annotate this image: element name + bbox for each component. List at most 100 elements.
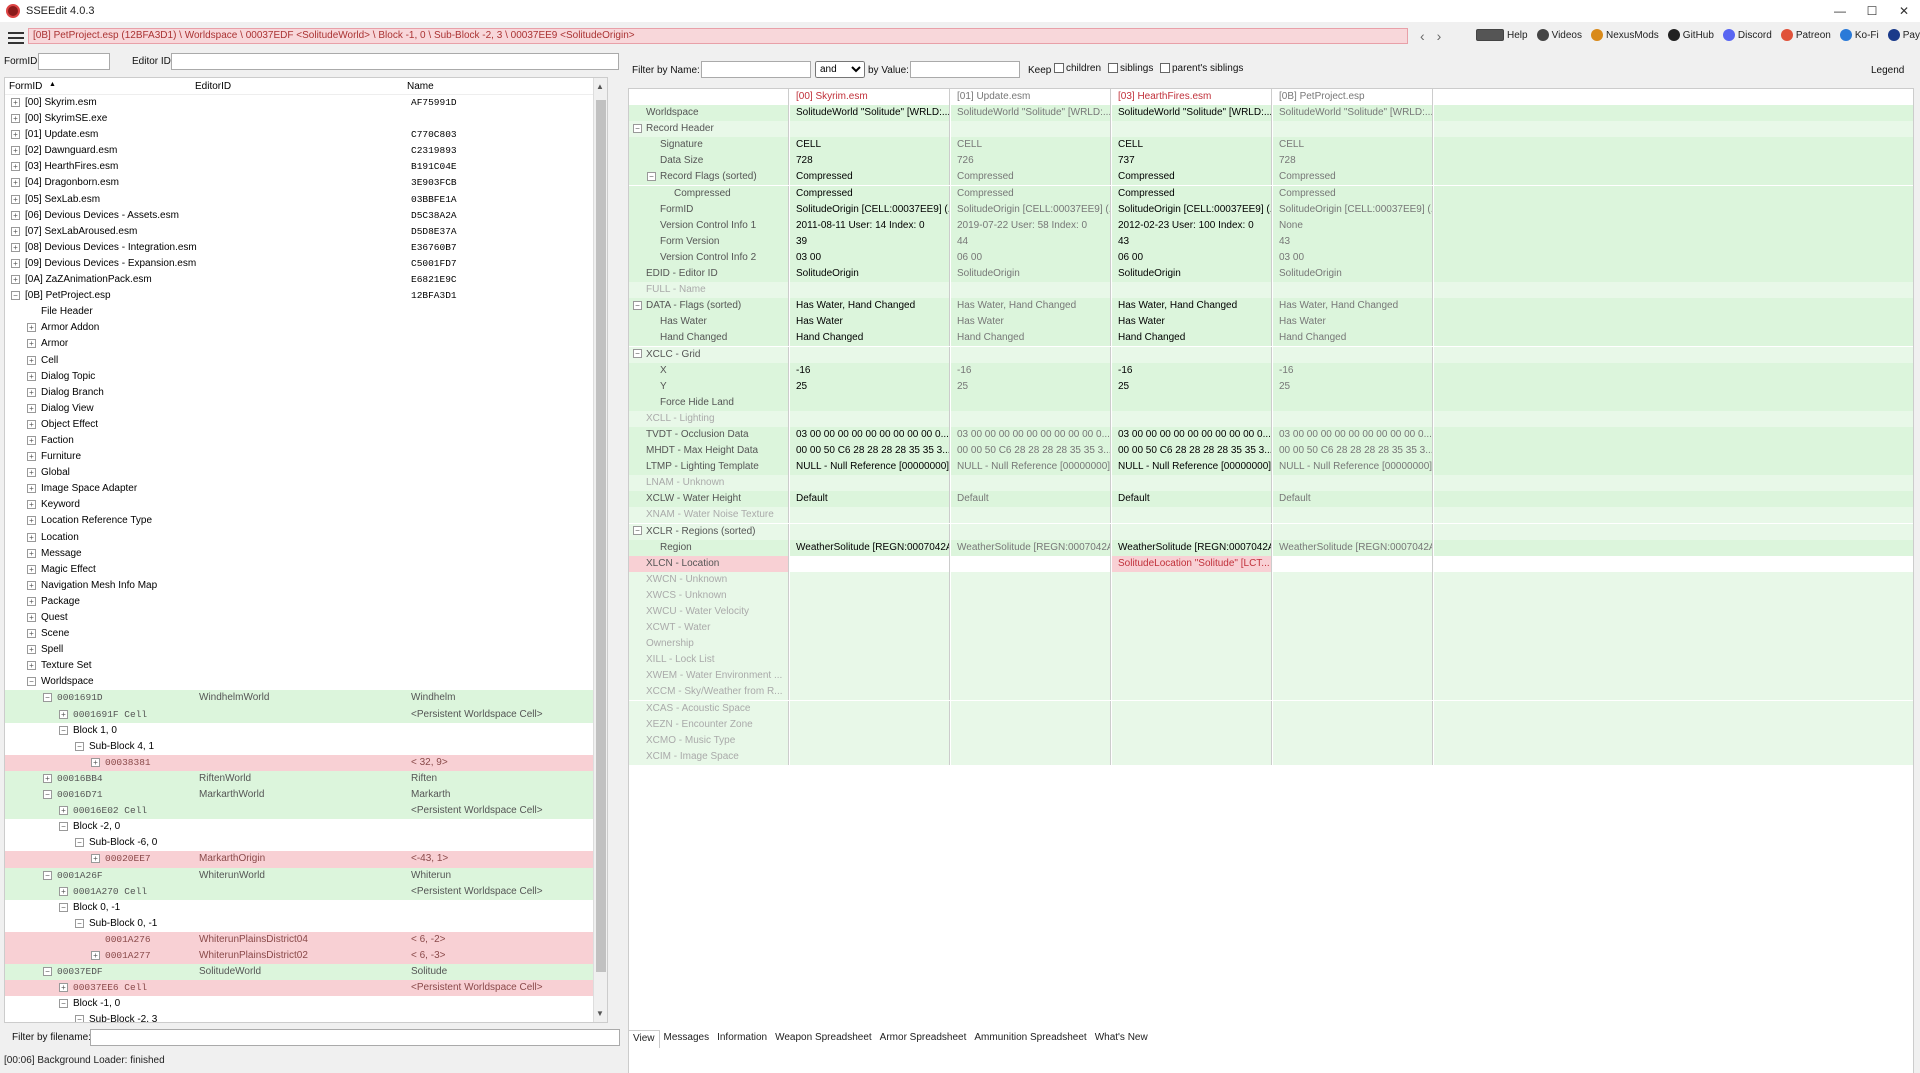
grid-value-cell[interactable]: Hand Changed bbox=[790, 330, 950, 347]
tree-row[interactable]: + [00] Skyrim.esm AF75991D bbox=[5, 95, 607, 111]
tree-row[interactable]: − Sub-Block 0, -1 bbox=[5, 916, 607, 932]
tree-row[interactable]: − Sub-Block -6, 0 bbox=[5, 835, 607, 851]
tree-row[interactable]: + Faction bbox=[5, 433, 607, 449]
grid-value-cell[interactable] bbox=[1273, 652, 1433, 669]
tree-row[interactable]: + [02] Dawnguard.esm C2319893 bbox=[5, 143, 607, 159]
grid-value-cell[interactable]: Compressed bbox=[951, 169, 1111, 186]
grid-value-cell[interactable] bbox=[951, 732, 1111, 749]
expand-icon[interactable]: + bbox=[11, 178, 20, 188]
grid-row[interactable]: XCIM - Image Space bbox=[629, 748, 1913, 765]
forward-arrow-icon[interactable]: › bbox=[1437, 28, 1442, 44]
grid-value-cell[interactable] bbox=[1112, 700, 1272, 717]
grid-row[interactable]: FULL - Name bbox=[629, 282, 1913, 299]
tree-row[interactable]: + Package bbox=[5, 594, 607, 610]
grid-value-cell[interactable] bbox=[1273, 507, 1433, 524]
grid-value-cell[interactable] bbox=[1273, 346, 1433, 363]
grid-value-cell[interactable]: NULL - Null Reference [00000000] bbox=[790, 459, 950, 476]
grid-value-cell[interactable] bbox=[951, 700, 1111, 717]
grid-value-cell[interactable]: 43 bbox=[1112, 233, 1272, 250]
siblings-checkbox[interactable]: siblings bbox=[1108, 63, 1153, 74]
column-editorid[interactable]: EditorID bbox=[195, 81, 231, 92]
grid-value-cell[interactable] bbox=[1273, 636, 1433, 653]
tree-row[interactable]: + Magic Effect bbox=[5, 562, 607, 578]
expand-icon[interactable]: + bbox=[91, 950, 100, 960]
grid-value-cell[interactable] bbox=[1112, 410, 1272, 427]
expand-icon[interactable]: + bbox=[27, 532, 36, 542]
grid-value-cell[interactable]: Has Water, Hand Changed bbox=[790, 298, 950, 315]
tree-row[interactable]: +00016E02 Cell <Persistent Worldspace Cel… bbox=[5, 803, 607, 820]
expand-icon[interactable]: + bbox=[27, 419, 36, 429]
grid-value-cell[interactable] bbox=[951, 652, 1111, 669]
expand-icon[interactable]: + bbox=[43, 773, 52, 783]
grid-value-cell[interactable]: 25 bbox=[790, 378, 950, 395]
grid-value-cell[interactable] bbox=[1112, 523, 1272, 540]
scrollbar-thumb[interactable] bbox=[596, 100, 606, 972]
tree-row[interactable]: +0001691F Cell <Persistent Worldspace Cel… bbox=[5, 706, 607, 723]
legend-button[interactable]: Legend bbox=[1871, 65, 1904, 76]
expand-icon[interactable]: + bbox=[11, 275, 20, 285]
grid-value-cell[interactable]: Default bbox=[790, 491, 950, 508]
grid-value-cell[interactable] bbox=[1112, 604, 1272, 620]
grid-value-cell[interactable] bbox=[1273, 282, 1433, 299]
grid-row[interactable]: Region WeatherSolitude [REGN:0007042A] Wea… bbox=[629, 539, 1913, 556]
grid-value-cell[interactable] bbox=[1112, 668, 1272, 685]
grid-value-cell[interactable]: Has Water, Hand Changed bbox=[1112, 298, 1272, 315]
tree-row[interactable]: + Quest bbox=[5, 610, 607, 626]
tree-row[interactable]: + Image Space Adapter bbox=[5, 481, 607, 497]
expand-icon[interactable]: + bbox=[27, 580, 36, 590]
tab-weapon-spreadsheet[interactable]: Weapon Spreadsheet bbox=[771, 1030, 876, 1048]
grid-value-cell[interactable] bbox=[1112, 652, 1272, 669]
grid-value-cell[interactable]: Compressed bbox=[1273, 185, 1433, 202]
grid-value-cell[interactable] bbox=[1273, 716, 1433, 733]
tree-row[interactable]: + [06] Devious Devices - Assets.esm D5C38A… bbox=[5, 208, 607, 224]
grid-value-cell[interactable] bbox=[790, 394, 950, 411]
tree-row[interactable]: + [09] Devious Devices - Expansion.esm C50… bbox=[5, 256, 607, 272]
tab-view[interactable]: View bbox=[628, 1030, 660, 1048]
grid-row[interactable]: FormID SolitudeOrigin [CELL:00037EE9] (..… bbox=[629, 201, 1913, 218]
grid-value-cell[interactable]: SolitudeOrigin bbox=[1112, 266, 1272, 283]
tree-row[interactable]: + Location Reference Type bbox=[5, 513, 607, 529]
tree-row[interactable]: + Texture Set bbox=[5, 658, 607, 674]
minimize-button[interactable]: — bbox=[1824, 0, 1856, 22]
collapse-icon[interactable]: − bbox=[11, 291, 20, 301]
collapse-icon[interactable]: − bbox=[43, 967, 52, 977]
grid-row[interactable]: Version Control Info 2 03 00 06 00 06 00 03 … bbox=[629, 249, 1913, 266]
grid-value-cell[interactable]: Hand Changed bbox=[1112, 330, 1272, 347]
grid-value-cell[interactable]: Compressed bbox=[790, 169, 950, 186]
expand-icon[interactable]: + bbox=[27, 500, 36, 510]
grid-value-cell[interactable] bbox=[790, 748, 950, 765]
grid-value-cell[interactable]: Compressed bbox=[951, 185, 1111, 202]
grid-value-cell[interactable]: CELL bbox=[951, 137, 1111, 154]
collapse-icon[interactable]: − bbox=[59, 902, 68, 912]
tree-row[interactable]: + Spell bbox=[5, 642, 607, 658]
grid-value-cell[interactable]: Hand Changed bbox=[1273, 330, 1433, 347]
grid-row[interactable]: XCWT - Water bbox=[629, 620, 1913, 637]
grid-value-cell[interactable] bbox=[1273, 604, 1433, 620]
toolbar-link-help[interactable]: Help bbox=[1476, 29, 1528, 41]
grid-value-cell[interactable]: 00 00 50 C6 28 28 28 28 35 35 3... bbox=[951, 443, 1111, 460]
collapse-icon[interactable]: − bbox=[59, 822, 68, 832]
tree-row[interactable]: + Keyword bbox=[5, 497, 607, 513]
expand-icon[interactable]: + bbox=[11, 98, 20, 107]
tree-row[interactable]: File Header bbox=[5, 304, 607, 320]
grid-value-cell[interactable]: NULL - Null Reference [00000000] bbox=[1112, 459, 1272, 476]
grid-value-cell[interactable]: WeatherSolitude [REGN:0007042A] bbox=[1273, 539, 1433, 556]
grid-value-cell[interactable]: SolitudeOrigin [CELL:00037EE9] (... bbox=[951, 201, 1111, 218]
filter-by-value-input[interactable] bbox=[910, 61, 1020, 78]
grid-row[interactable]: Hand Changed Hand Changed Hand Changed Hand… bbox=[629, 330, 1913, 347]
expand-icon[interactable]: + bbox=[27, 564, 36, 574]
grid-row[interactable]: XNAM - Water Noise Texture bbox=[629, 507, 1913, 524]
grid-value-cell[interactable]: SolitudeOrigin bbox=[951, 266, 1111, 283]
grid-row[interactable]: Force Hide Land bbox=[629, 394, 1913, 411]
collapse-icon[interactable]: − bbox=[647, 172, 656, 182]
collapse-icon[interactable]: − bbox=[633, 349, 642, 359]
grid-row[interactable]: Ownership bbox=[629, 636, 1913, 653]
column-formid[interactable]: FormID bbox=[9, 81, 42, 92]
grid-value-cell[interactable] bbox=[951, 410, 1111, 427]
record-grid[interactable]: [00] Skyrim.esm [01] Update.esm [03] Hea… bbox=[628, 88, 1914, 1073]
tree-row[interactable]: + Global bbox=[5, 465, 607, 481]
grid-value-cell[interactable] bbox=[1112, 716, 1272, 733]
grid-value-cell[interactable]: SolitudeLocation "Solitude" [LCT... bbox=[1112, 555, 1272, 572]
grid-value-cell[interactable]: SolitudeWorld "Solitude" [WRLD:... bbox=[951, 105, 1111, 122]
maximize-button[interactable]: ☐ bbox=[1856, 0, 1888, 22]
